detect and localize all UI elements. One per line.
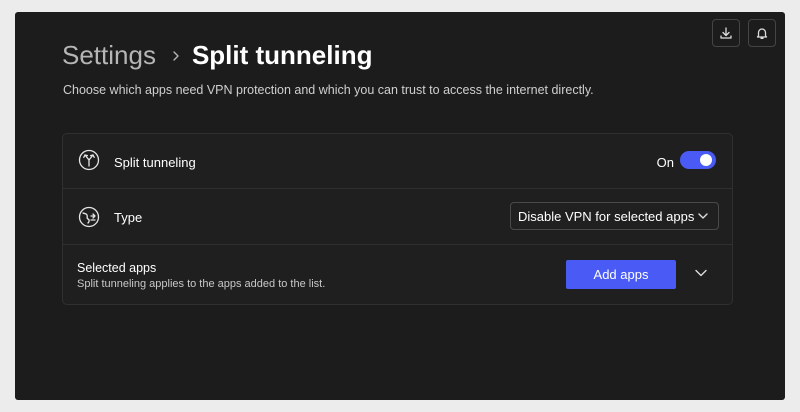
add-apps-button[interactable]: Add apps: [566, 260, 676, 289]
split-icon: [78, 149, 100, 171]
type-label: Type: [114, 210, 143, 225]
chevron-down-icon: [698, 213, 708, 219]
split-tunneling-label: Split tunneling: [114, 155, 196, 170]
page-subtitle: Choose which apps need VPN protection an…: [63, 83, 594, 97]
selected-apps-title: Selected apps: [77, 261, 157, 275]
download-button[interactable]: [712, 19, 740, 47]
expand-chevron-icon[interactable]: [694, 268, 708, 278]
split-tunneling-card: Split tunneling On Type Disable VPN for …: [62, 133, 733, 305]
type-dropdown[interactable]: Disable VPN for selected apps: [510, 202, 719, 230]
page-title: Settings Split tunneling: [62, 40, 372, 71]
toggle-state-label: On: [656, 155, 674, 170]
selected-apps-row: Selected apps Split tunneling applies to…: [63, 244, 732, 304]
bell-icon: [756, 28, 768, 39]
selected-apps-description: Split tunneling applies to the apps adde…: [77, 278, 326, 290]
split-tunneling-row: Split tunneling On: [63, 134, 732, 189]
globe-split-icon: [78, 206, 100, 228]
breadcrumb-split-tunneling: Split tunneling: [191, 40, 373, 70]
breadcrumb-settings[interactable]: Settings: [62, 40, 156, 71]
breadcrumb-chevron-icon: [171, 50, 181, 62]
split-tunneling-toggle[interactable]: [680, 151, 716, 169]
settings-window: Settings Split tunneling Choose which ap…: [15, 12, 785, 400]
notifications-button[interactable]: [748, 19, 776, 47]
type-dropdown-value: Disable VPN for selected apps: [518, 208, 695, 224]
download-icon: [720, 27, 732, 39]
toggle-knob: [700, 154, 712, 166]
type-row: Type Disable VPN for selected apps: [63, 188, 732, 245]
